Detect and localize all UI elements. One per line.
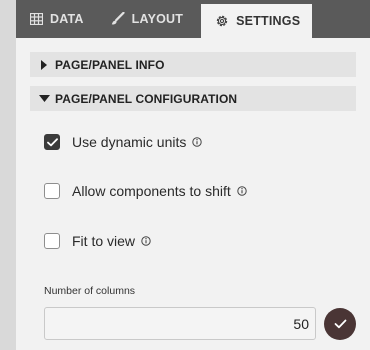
components-shift-checkbox[interactable] — [44, 183, 60, 199]
option-fit-to-view: Fit to view — [44, 233, 151, 249]
section-page-panel-configuration-title: PAGE/PANEL CONFIGURATION — [55, 91, 238, 106]
caret-down-icon — [33, 94, 55, 103]
components-shift-label: Allow components to shift — [72, 183, 231, 199]
dynamic-units-checkbox[interactable] — [44, 134, 60, 150]
dynamic-units-label: Use dynamic units — [72, 134, 187, 150]
info-icon[interactable] — [141, 236, 151, 246]
left-edge-strip — [0, 0, 16, 350]
tab-layout[interactable]: LAYOUT — [96, 0, 195, 38]
tab-layout-label: LAYOUT — [131, 12, 184, 26]
caret-right-icon — [33, 59, 55, 70]
tab-data-label: DATA — [50, 12, 84, 26]
option-dynamic-units: Use dynamic units — [44, 134, 203, 150]
info-icon[interactable] — [192, 137, 203, 147]
fit-to-view-label: Fit to view — [72, 233, 136, 249]
section-page-panel-info-title: PAGE/PANEL INFO — [55, 57, 165, 72]
option-allow-components-to-shift: Allow components to shift — [44, 183, 247, 199]
number-of-columns-input[interactable] — [44, 307, 316, 340]
tab-bar: DATA LAYOUT SETTINGS — [16, 0, 370, 38]
table-icon — [30, 13, 43, 25]
tab-settings-label: SETTINGS — [236, 14, 301, 28]
tab-settings[interactable]: SETTINGS — [201, 4, 313, 38]
gear-icon — [215, 14, 229, 28]
confirm-button[interactable] — [324, 308, 356, 340]
settings-panel: PAGE/PANEL INFO PAGE/PANEL CONFIGURATION… — [16, 38, 370, 350]
section-page-panel-configuration[interactable]: PAGE/PANEL CONFIGURATION — [30, 86, 356, 111]
section-page-panel-info[interactable]: PAGE/PANEL INFO — [30, 52, 356, 77]
checkmark-icon — [334, 319, 347, 329]
tab-data[interactable]: DATA — [16, 0, 96, 38]
fit-to-view-checkbox[interactable] — [44, 233, 60, 249]
info-icon[interactable] — [237, 186, 247, 196]
brush-icon — [110, 12, 125, 26]
number-of-columns-label: Number of columns — [44, 285, 136, 297]
